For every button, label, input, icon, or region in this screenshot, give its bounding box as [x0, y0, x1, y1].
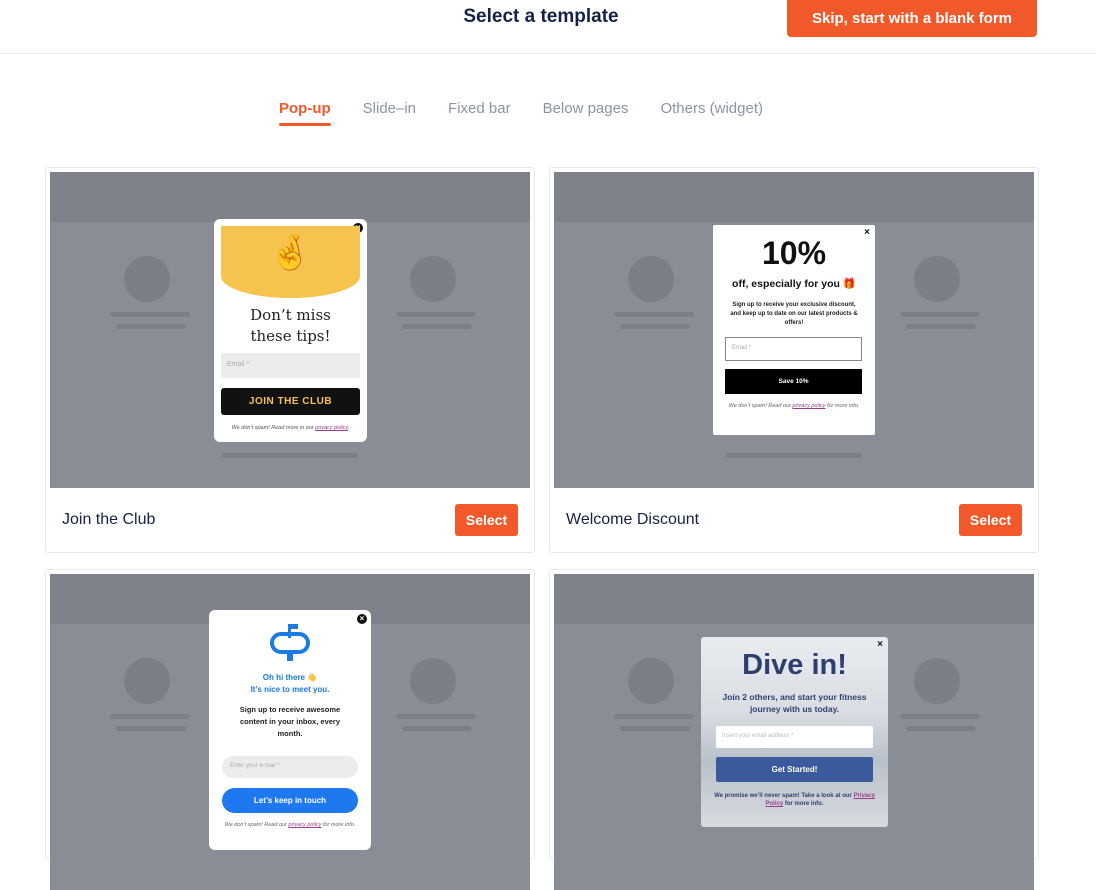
tab-pop-up[interactable]: Pop-up: [279, 100, 331, 126]
preview-background-line: [614, 714, 694, 719]
privacy-link: privacy policy: [315, 425, 348, 431]
preview-background-line: [614, 312, 694, 317]
template-name: Welcome Discount: [566, 511, 700, 528]
preview-background-avatar: [914, 658, 960, 704]
template-name: Join the Club: [62, 511, 156, 528]
popup-cta-button: Save 10%: [725, 369, 862, 394]
popup-description: Sign up to receive your exclusive discou…: [730, 302, 858, 326]
popup-email-field: Email *: [725, 337, 862, 361]
preview-background-line: [110, 312, 190, 317]
preview-background-header: [50, 172, 530, 222]
greeting-line: Oh hi there 👋: [262, 673, 318, 682]
headline-line: these tips!: [250, 327, 331, 345]
preview-background-avatar: [914, 256, 960, 302]
preview-background-avatar: [628, 256, 674, 302]
fine-text: We don’t spam! Read our: [728, 403, 793, 409]
preview-background-line: [620, 324, 690, 329]
fine-text: .: [347, 425, 350, 431]
popup-preview: × 🤞 Don’t miss these tips! Email * JOIN …: [214, 219, 367, 442]
preview-background-line: [222, 453, 358, 458]
popup-fine-print: We don’t spam! Read more in our privacy …: [214, 425, 367, 431]
greeting-line: It’s nice to meet you.: [250, 685, 330, 694]
popup-preview: × 10% off, especially for you 🎁 Sign up …: [713, 225, 875, 435]
popup-preview: × Dive in! Join 2 others, and start your…: [701, 637, 888, 827]
tab-others-widget[interactable]: Others (widget): [660, 100, 763, 126]
template-preview[interactable]: × 🤞 Don’t miss these tips! Email * JOIN …: [50, 172, 530, 488]
preview-background-line: [110, 714, 190, 719]
preview-background-line: [906, 324, 976, 329]
popup-greeting: Oh hi there 👋 It’s nice to meet you.: [209, 672, 371, 696]
preview-background-header: [554, 172, 1034, 222]
popup-headline: Dive in!: [742, 649, 847, 681]
popup-cta-button: JOIN THE CLUB: [221, 388, 360, 415]
popup-fine-print: We don’t spam! Read our privacy policy f…: [219, 822, 361, 829]
popup-subtitle: off, especially for you 🎁: [732, 278, 856, 290]
preview-background-line: [396, 312, 476, 317]
preview-background-avatar: [410, 256, 456, 302]
popup-email-field: Email *: [221, 353, 360, 378]
tab-fixed-bar[interactable]: Fixed bar: [448, 100, 511, 126]
select-button[interactable]: Select: [959, 504, 1022, 536]
preview-background-line: [402, 726, 472, 731]
preview-background-line: [402, 324, 472, 329]
preview-background-avatar: [628, 658, 674, 704]
popup-email-field: Insert your email address *: [716, 726, 873, 748]
fine-text: for more info.: [825, 403, 860, 409]
preview-background-line: [116, 726, 186, 731]
fine-text: We don’t spam! Read our: [224, 822, 289, 828]
popup-fine-print: We promise we’ll never spam! Take a look…: [711, 792, 878, 808]
privacy-link: privacy policy: [792, 403, 826, 409]
template-card-welcome-discount[interactable]: × 10% off, especially for you 🎁 Sign up …: [549, 167, 1039, 553]
preview-background-avatar: [410, 658, 456, 704]
popup-email-field: Enter your e-mail *: [222, 756, 358, 778]
fine-text: We promise we’ll never spam! Take a look…: [714, 793, 854, 799]
preview-background-line: [620, 726, 690, 731]
popup-cta-button: Get Started!: [716, 757, 873, 782]
close-icon: ×: [357, 614, 367, 624]
popup-cta-button: Let’s keep in touch: [222, 788, 358, 813]
popup-fine-print: We don’t spam! Read our privacy policy f…: [723, 403, 865, 410]
popup-description: Sign up to receive awesome content in yo…: [239, 705, 341, 738]
preview-background-header: [554, 574, 1034, 624]
select-button[interactable]: Select: [455, 504, 518, 536]
headline-line: Don’t miss: [250, 306, 331, 324]
preview-background-line: [116, 324, 186, 329]
tab-below-pages[interactable]: Below pages: [543, 100, 629, 126]
template-preview[interactable]: × Oh hi there 👋 It’s nice to meet you. S…: [50, 574, 530, 890]
popup-description: Join 2 others, and start your fitness jo…: [722, 692, 867, 714]
popup-discount-value: 10%: [761, 235, 827, 271]
privacy-link: privacy policy: [288, 822, 322, 828]
fine-text: for more info.: [783, 801, 824, 807]
fine-text: We don’t spam! Read more in our: [231, 425, 316, 431]
template-card-dive-in[interactable]: × Dive in! Join 2 others, and start your…: [549, 569, 1039, 890]
crossed-fingers-icon: 🤞: [269, 234, 312, 272]
tab-slide-in[interactable]: Slide–in: [363, 100, 416, 126]
mailbox-icon: [270, 624, 310, 661]
preview-background-line: [396, 714, 476, 719]
popup-preview: × Oh hi there 👋 It’s nice to meet you. S…: [209, 610, 371, 850]
preview-background-line: [900, 714, 980, 719]
template-card-join-the-club[interactable]: × 🤞 Don’t miss these tips! Email * JOIN …: [45, 167, 535, 553]
template-preview[interactable]: × 10% off, especially for you 🎁 Sign up …: [554, 172, 1034, 488]
skip-blank-form-button[interactable]: Skip, start with a blank form: [787, 0, 1037, 37]
template-type-tabs: Pop-up Slide–in Fixed bar Below pages Ot…: [279, 100, 795, 126]
preview-background-avatar: [124, 256, 170, 302]
preview-background-line: [906, 726, 976, 731]
template-preview[interactable]: × Dive in! Join 2 others, and start your…: [554, 574, 1034, 890]
preview-background-line: [900, 312, 980, 317]
popup-headline: Don’t miss these tips!: [214, 305, 367, 347]
preview-background-avatar: [124, 658, 170, 704]
preview-background-line: [726, 453, 862, 458]
template-card-oh-hi-there[interactable]: × Oh hi there 👋 It’s nice to meet you. S…: [45, 569, 535, 890]
fine-text: for more info.: [321, 822, 356, 828]
top-bar: Select a template Skip, start with a bla…: [0, 0, 1096, 54]
